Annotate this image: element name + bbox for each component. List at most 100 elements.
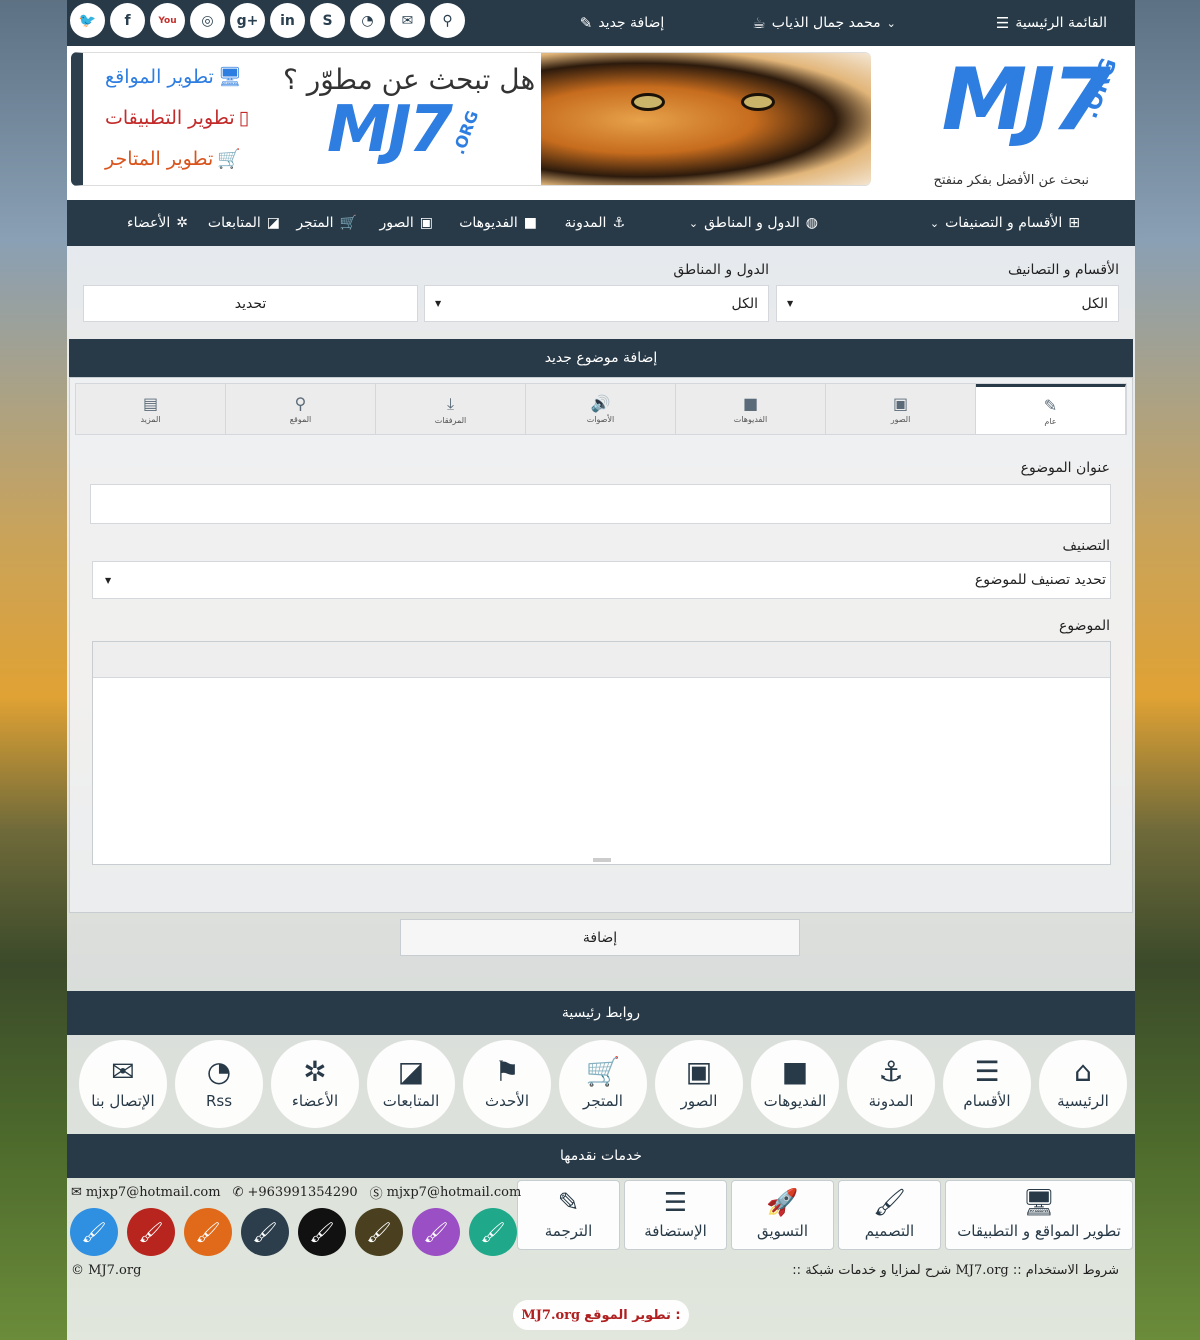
regions-select[interactable]: ▼ الكل bbox=[424, 285, 769, 322]
subject-input[interactable] bbox=[90, 484, 1111, 524]
link-sections[interactable]: ☰ الأقسام bbox=[943, 1040, 1031, 1128]
tab-images[interactable]: ▣ الصور bbox=[826, 384, 976, 434]
link-rss[interactable]: ◔ Rss bbox=[175, 1040, 263, 1128]
youtube-icon[interactable]: You bbox=[150, 3, 185, 38]
rss-icon[interactable]: ◔ bbox=[350, 3, 385, 38]
user-menu-button[interactable]: ☕ محمد جمال الذياب ⌄ bbox=[752, 14, 896, 32]
tab-audio[interactable]: 🔊 الأصوات bbox=[526, 384, 676, 434]
twitter-icon[interactable]: 🐦 bbox=[70, 3, 105, 38]
download-icon: ⤓ bbox=[446, 393, 455, 413]
category-select[interactable]: ▼ تحديد تصنيف للموضوع bbox=[92, 561, 1111, 599]
footer-links: :: شرح لمزايا و خدمات شبكة MJ7.org :: شر… bbox=[792, 1263, 1119, 1278]
contact-phone[interactable]: ✆ +963991354290 bbox=[233, 1183, 358, 1202]
resize-handle[interactable] bbox=[593, 858, 611, 862]
tab-general[interactable]: ✎ عام bbox=[976, 384, 1126, 434]
theme-brush-icon[interactable]: 🖌 bbox=[241, 1208, 289, 1256]
developer-credit[interactable]: MJ7.org تطوير الموقع : bbox=[513, 1300, 689, 1330]
instagram-icon[interactable]: ◎ bbox=[190, 3, 225, 38]
service-web-apps[interactable]: 🖥 تطوير المواقع و التطبيقات bbox=[945, 1180, 1133, 1250]
link-rss-label: Rss bbox=[205, 1092, 233, 1110]
service-hosting[interactable]: ☰ الإستضافة bbox=[624, 1180, 727, 1250]
nav-sections-label: الأقسام و التصنيفات bbox=[945, 215, 1063, 231]
link-contact[interactable]: ✉ الإتصال بنا bbox=[79, 1040, 167, 1128]
chevron-down-icon: ⌄ bbox=[929, 216, 940, 230]
nav-store[interactable]: المتجر 🛒 bbox=[296, 200, 357, 246]
google-plus-icon[interactable]: g+ bbox=[230, 3, 265, 38]
link-blog[interactable]: ⚓ المدونة bbox=[847, 1040, 935, 1128]
monitor-icon: 🖥 bbox=[1022, 1188, 1056, 1218]
edit-icon: ✎ bbox=[1043, 395, 1058, 415]
contact-phone-text: +963991354290 bbox=[247, 1185, 358, 1200]
service-translation[interactable]: ✎ الترجمة bbox=[517, 1180, 620, 1250]
add-new-button[interactable]: ✎ إضافة جديد bbox=[580, 14, 665, 32]
submit-button[interactable]: إضافة bbox=[400, 919, 800, 956]
theme-brush-icon[interactable]: 🖌 bbox=[127, 1208, 175, 1256]
ad-service-stores-label: تطوير المتاجر bbox=[105, 147, 214, 170]
link-following[interactable]: ◪ المتابعات bbox=[367, 1040, 455, 1128]
facebook-icon[interactable]: f bbox=[110, 3, 145, 38]
service-design[interactable]: 🖌 التصميم bbox=[838, 1180, 941, 1250]
nav-following[interactable]: المتابعات ◪ bbox=[208, 200, 280, 246]
footer-terms-link[interactable]: شروط الاستخدام bbox=[1026, 1263, 1119, 1278]
image-icon: ▣ bbox=[892, 394, 909, 413]
link-following-label: المتابعات bbox=[382, 1092, 440, 1110]
main-links-title: روابط رئيسية bbox=[67, 991, 1135, 1035]
tab-audio-label: الأصوات bbox=[586, 415, 615, 424]
contact-skype[interactable]: Ⓢmjxp7@hotmail.com bbox=[370, 1183, 522, 1202]
linkedin-icon[interactable]: in bbox=[270, 3, 305, 38]
nav-members[interactable]: الأعضاء ✲ bbox=[127, 200, 188, 246]
main-menu-button[interactable]: ☰ القائمة الرئيسية bbox=[996, 14, 1107, 32]
video-icon: ■ bbox=[781, 1055, 809, 1088]
contact-email[interactable]: ✉ mjxp7@hotmail.com bbox=[71, 1183, 221, 1202]
regions-filter-label: الدول و المناطق bbox=[673, 262, 769, 278]
footer-about-link[interactable]: شرح لمزايا و خدمات شبكة bbox=[805, 1263, 951, 1278]
theme-brush-icon[interactable]: 🖌 bbox=[469, 1208, 517, 1256]
theme-brush-icon[interactable]: 🖌 bbox=[184, 1208, 232, 1256]
chevron-down-icon: ⌄ bbox=[886, 16, 896, 30]
theme-brush-icon[interactable]: 🖌 bbox=[70, 1208, 118, 1256]
service-web-apps-label: تطوير المواقع و التطبيقات bbox=[957, 1222, 1121, 1240]
editor-toolbar bbox=[93, 642, 1110, 678]
chevron-down-icon: ⌄ bbox=[688, 216, 699, 230]
tab-location[interactable]: ⚲ الموقع bbox=[226, 384, 376, 434]
envelope-icon[interactable]: ✉ bbox=[390, 3, 425, 38]
tab-videos[interactable]: ■ الفديوهات bbox=[676, 384, 826, 434]
link-contact-label: الإتصال بنا bbox=[91, 1092, 155, 1110]
link-images[interactable]: ▣ الصور bbox=[655, 1040, 743, 1128]
link-videos[interactable]: ■ الفديوهات bbox=[751, 1040, 839, 1128]
link-members[interactable]: ✲ الأعضاء bbox=[271, 1040, 359, 1128]
tab-attachments-label: المرفقات bbox=[434, 415, 467, 425]
tab-attachments[interactable]: ⤓ المرفقات bbox=[376, 384, 526, 434]
link-blog-label: المدونة bbox=[868, 1092, 914, 1110]
credit-label: تطوير الموقع : bbox=[584, 1307, 681, 1323]
skype-icon: Ⓢ bbox=[369, 1187, 383, 1202]
services-title: خدمات نقدمها bbox=[67, 1134, 1135, 1178]
nav-regions[interactable]: ⌄ الدول و المناطق ◍ bbox=[689, 200, 818, 246]
site-logo[interactable]: MJ7 .ORG نبحث عن الأفضل بفكر منفتح bbox=[873, 46, 1135, 200]
skype-icon[interactable]: S bbox=[310, 3, 345, 38]
theme-brush-icon[interactable]: 🖌 bbox=[298, 1208, 346, 1256]
theme-brush-icon[interactable]: 🖌 bbox=[412, 1208, 460, 1256]
link-store[interactable]: 🛒 المتجر bbox=[559, 1040, 647, 1128]
service-marketing-label: التسويق bbox=[756, 1222, 809, 1240]
image-icon: ▣ bbox=[685, 1055, 713, 1088]
caret-down-icon: ▼ bbox=[105, 575, 112, 585]
nav-images[interactable]: الصور ▣ bbox=[379, 200, 433, 246]
theme-brush-icon[interactable]: 🖌 bbox=[355, 1208, 403, 1256]
nav-videos[interactable]: الفديوهات ■ bbox=[459, 200, 537, 246]
nav-sections[interactable]: ⌄ الأقسام و التصنيفات ⊞ bbox=[930, 200, 1080, 246]
search-icon[interactable]: ⚲ bbox=[430, 3, 465, 38]
link-images-label: الصور bbox=[680, 1092, 718, 1110]
ad-banner[interactable]: هل تبحث عن مطوّر ؟ MJ7 .ORG تطوير المواق… bbox=[71, 52, 871, 186]
sections-select[interactable]: ▼ الكل bbox=[776, 285, 1119, 322]
apply-filter-button[interactable]: تحديد bbox=[83, 285, 418, 322]
top-nav: ☰ القائمة الرئيسية ☕ محمد جمال الذياب ⌄ … bbox=[580, 0, 1135, 46]
body-editor[interactable] bbox=[92, 641, 1111, 865]
link-home[interactable]: ⌂ الرئيسية bbox=[1039, 1040, 1127, 1128]
tab-more[interactable]: ▤ المزيد bbox=[76, 384, 226, 434]
service-marketing[interactable]: 🚀 التسويق bbox=[731, 1180, 834, 1250]
category-label: التصنيف bbox=[1062, 538, 1110, 554]
bars-icon: ☰ bbox=[974, 1055, 1000, 1088]
nav-blog[interactable]: المدونة ⚓ bbox=[565, 200, 625, 246]
link-latest[interactable]: ⚑ الأحدث bbox=[463, 1040, 551, 1128]
